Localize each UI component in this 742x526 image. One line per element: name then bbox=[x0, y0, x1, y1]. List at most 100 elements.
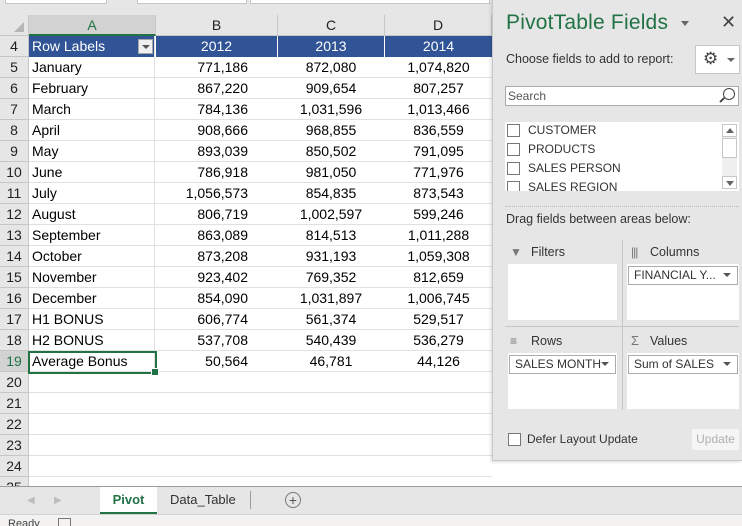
value-cell[interactable]: 850,502 bbox=[278, 141, 384, 162]
value-cell[interactable]: 923,402 bbox=[156, 267, 277, 288]
value-cell[interactable]: 529,517 bbox=[385, 309, 492, 330]
value-cell[interactable]: 46,781 bbox=[278, 351, 384, 372]
value-cell[interactable]: 786,918 bbox=[156, 162, 277, 183]
row-number[interactable]: 13 bbox=[0, 225, 29, 246]
search-input[interactable]: Search bbox=[505, 86, 739, 106]
year-header[interactable]: 2012 bbox=[156, 36, 277, 57]
row-label-cell[interactable]: March bbox=[29, 99, 155, 120]
row-number[interactable]: 11 bbox=[0, 183, 29, 204]
row-labels-filter-dropdown-icon[interactable] bbox=[138, 39, 153, 54]
macro-record-icon[interactable] bbox=[58, 518, 71, 526]
column-header-a[interactable]: A bbox=[29, 15, 156, 36]
value-cell[interactable]: 981,050 bbox=[278, 162, 384, 183]
row-label-cell[interactable]: August bbox=[29, 204, 155, 225]
row-label-cell[interactable]: September bbox=[29, 225, 155, 246]
tab-data-table[interactable]: Data_Table bbox=[158, 487, 248, 513]
chevron-down-icon[interactable] bbox=[723, 362, 731, 366]
scroll-thumb[interactable] bbox=[722, 138, 737, 158]
value-cell[interactable]: 1,006,745 bbox=[385, 288, 492, 309]
value-cell[interactable]: 791,095 bbox=[385, 141, 492, 162]
defer-checkbox[interactable] bbox=[508, 433, 521, 446]
value-cell[interactable]: 1,056,573 bbox=[156, 183, 277, 204]
column-header-b[interactable]: B bbox=[156, 15, 278, 35]
field-list-scrollbar[interactable] bbox=[722, 124, 737, 189]
close-icon[interactable]: ✕ bbox=[721, 12, 736, 33]
value-cell[interactable]: 854,835 bbox=[278, 183, 384, 204]
row-number[interactable]: 16 bbox=[0, 288, 29, 309]
value-cell[interactable]: 1,031,897 bbox=[278, 288, 384, 309]
row-label-cell[interactable]: June bbox=[29, 162, 155, 183]
row-label-cell[interactable]: July bbox=[29, 183, 155, 204]
value-cell[interactable]: 968,855 bbox=[278, 120, 384, 141]
search-icon[interactable] bbox=[723, 88, 735, 100]
scroll-down-icon[interactable] bbox=[722, 176, 737, 189]
value-cell[interactable]: 1,031,596 bbox=[278, 99, 384, 120]
value-cell[interactable]: 1,011,288 bbox=[385, 225, 492, 246]
row-number[interactable]: 4 bbox=[0, 36, 29, 57]
row-label-cell[interactable]: H1 BONUS bbox=[29, 309, 155, 330]
row-label-cell[interactable]: October bbox=[29, 246, 155, 267]
scroll-up-icon[interactable] bbox=[722, 124, 737, 137]
value-cell[interactable]: 909,654 bbox=[278, 78, 384, 99]
value-cell[interactable]: 771,186 bbox=[156, 57, 277, 78]
chevron-down-icon[interactable] bbox=[601, 362, 609, 366]
value-cell[interactable]: 1,074,820 bbox=[385, 57, 492, 78]
value-cell[interactable]: 873,208 bbox=[156, 246, 277, 267]
value-cell[interactable]: 863,089 bbox=[156, 225, 277, 246]
row-number[interactable]: 17 bbox=[0, 309, 29, 330]
row-number[interactable]: 5 bbox=[0, 57, 29, 78]
name-box[interactable] bbox=[5, 0, 107, 4]
row-number[interactable]: 10 bbox=[0, 162, 29, 183]
field-checkbox[interactable] bbox=[507, 143, 520, 156]
column-header-c[interactable]: C bbox=[278, 15, 385, 35]
field-checkbox[interactable] bbox=[507, 162, 520, 175]
field-checkbox[interactable] bbox=[507, 181, 520, 191]
value-cell[interactable]: 599,246 bbox=[385, 204, 492, 225]
pane-options-chevron-down-icon[interactable] bbox=[681, 21, 689, 26]
update-button[interactable]: Update bbox=[692, 429, 739, 450]
filters-drop-area[interactable] bbox=[508, 264, 617, 320]
row-label-cell[interactable]: December bbox=[29, 288, 155, 309]
row-number[interactable]: 15 bbox=[0, 267, 29, 288]
value-cell[interactable]: 806,719 bbox=[156, 204, 277, 225]
row-number[interactable]: 12 bbox=[0, 204, 29, 225]
tools-button[interactable]: ⚙ bbox=[695, 45, 740, 74]
row-number[interactable]: 7 bbox=[0, 99, 29, 120]
value-cell[interactable]: 50,564 bbox=[156, 351, 277, 372]
value-cell[interactable]: 536,279 bbox=[385, 330, 492, 351]
value-cell[interactable]: 893,039 bbox=[156, 141, 277, 162]
row-label-cell[interactable]: November bbox=[29, 267, 155, 288]
row-number[interactable]: 21 bbox=[0, 393, 29, 414]
value-cell[interactable]: 836,559 bbox=[385, 120, 492, 141]
add-sheet-button[interactable]: + bbox=[285, 492, 301, 508]
value-cell[interactable]: 561,374 bbox=[278, 309, 384, 330]
row-number[interactable]: 14 bbox=[0, 246, 29, 267]
value-cell[interactable]: 784,136 bbox=[156, 99, 277, 120]
value-cell[interactable]: 1,013,466 bbox=[385, 99, 492, 120]
year-header[interactable]: 2014 bbox=[385, 36, 492, 57]
values-field-pill[interactable]: Sum of SALES bbox=[628, 355, 738, 374]
value-cell[interactable]: 807,257 bbox=[385, 78, 492, 99]
value-cell[interactable]: 872,080 bbox=[278, 57, 384, 78]
value-cell[interactable]: 908,666 bbox=[156, 120, 277, 141]
value-cell[interactable]: 44,126 bbox=[385, 351, 492, 372]
value-cell[interactable]: 1,002,597 bbox=[278, 204, 384, 225]
field-checkbox[interactable] bbox=[507, 124, 520, 137]
value-cell[interactable]: 867,220 bbox=[156, 78, 277, 99]
value-cell[interactable]: 812,659 bbox=[385, 267, 492, 288]
value-cell[interactable]: 606,774 bbox=[156, 309, 277, 330]
row-label-cell[interactable]: January bbox=[29, 57, 155, 78]
row-number[interactable]: 24 bbox=[0, 456, 29, 477]
row-number[interactable]: 9 bbox=[0, 141, 29, 162]
row-number[interactable]: 8 bbox=[0, 120, 29, 141]
row-number[interactable]: 23 bbox=[0, 435, 29, 456]
row-label-cell[interactable]: February bbox=[29, 78, 155, 99]
value-cell[interactable]: 854,090 bbox=[156, 288, 277, 309]
value-cell[interactable]: 873,543 bbox=[385, 183, 492, 204]
row-label-cell[interactable]: May bbox=[29, 141, 155, 162]
formula-input[interactable] bbox=[250, 0, 490, 4]
row-number[interactable]: 6 bbox=[0, 78, 29, 99]
row-number[interactable]: 18 bbox=[0, 330, 29, 351]
value-cell[interactable]: 814,513 bbox=[278, 225, 384, 246]
tab-pivot[interactable]: Pivot bbox=[100, 487, 157, 514]
